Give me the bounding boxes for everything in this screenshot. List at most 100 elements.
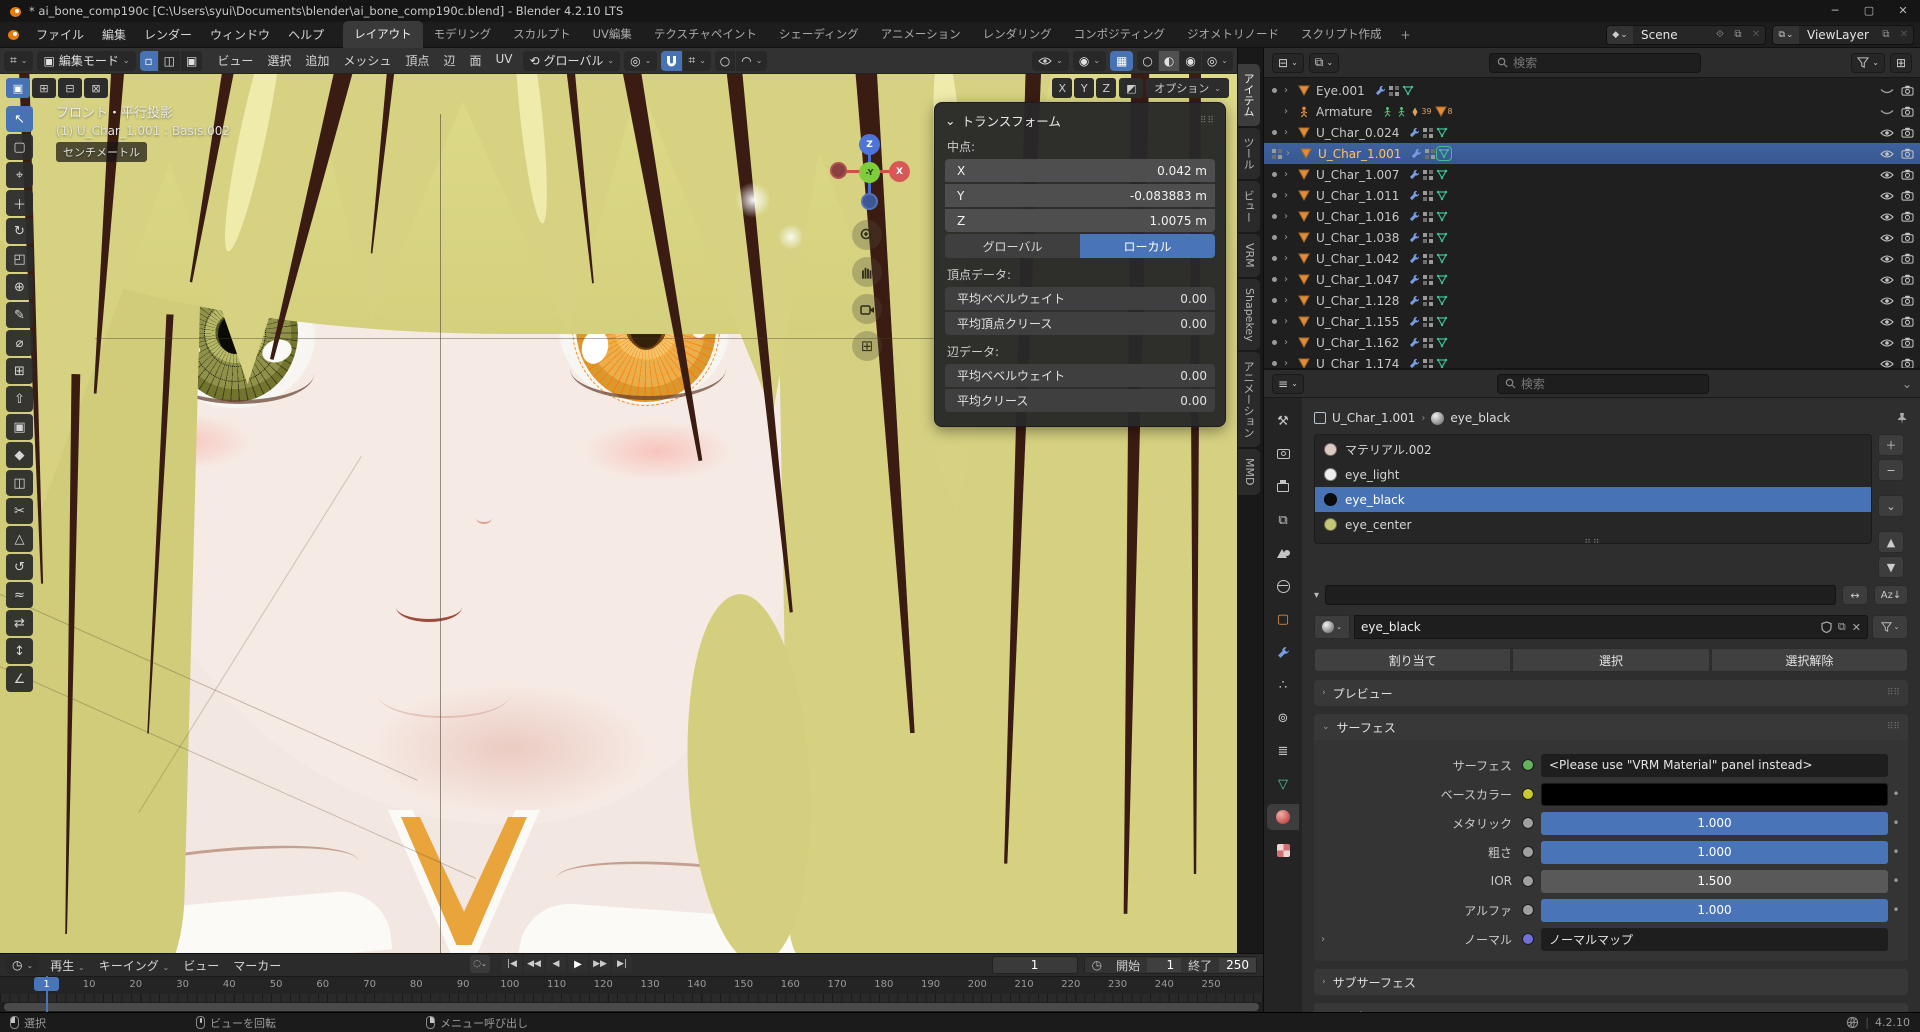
editor-type-button[interactable]: ⌗⌄ bbox=[4, 51, 33, 71]
collapse-panel-icon[interactable]: ⌄ bbox=[945, 113, 955, 128]
preview-panel-header[interactable]: › プレビュー ⠿⠿ bbox=[1314, 680, 1908, 706]
render-visibility-icon[interactable] bbox=[1901, 232, 1914, 243]
overlays-dropdown[interactable]: ◉⌄ bbox=[1073, 51, 1106, 71]
remove-slot-button[interactable]: − bbox=[1878, 459, 1904, 481]
object-name[interactable]: U_Char_1.042 bbox=[1316, 252, 1399, 266]
workspace-tab-7[interactable]: レンダリング bbox=[972, 21, 1063, 48]
expand-icon[interactable]: › bbox=[1284, 232, 1294, 243]
add-slot-button[interactable]: ＋ bbox=[1878, 434, 1904, 456]
material-name-field[interactable]: eye_black ⧉ ✕ bbox=[1354, 615, 1868, 639]
decorator-icon[interactable]: • bbox=[1888, 816, 1904, 830]
copy-material-icon[interactable]: ⧉ bbox=[1838, 620, 1846, 634]
object-name[interactable]: Armature bbox=[1316, 105, 1372, 119]
properties-search-input[interactable] bbox=[1521, 377, 1701, 391]
sidebar-tab-3[interactable]: VRM bbox=[1238, 234, 1260, 277]
surface-panel-header[interactable]: ⌄ サーフェス ⠿⠿ bbox=[1314, 714, 1908, 740]
timeline-track[interactable] bbox=[0, 994, 1263, 1002]
object-name[interactable]: U_Char_1.001 bbox=[1318, 147, 1401, 161]
object-name[interactable]: U_Char_1.174 bbox=[1316, 357, 1399, 369]
decorator-icon[interactable]: • bbox=[1888, 903, 1904, 917]
render-visibility-icon[interactable] bbox=[1901, 295, 1914, 306]
sidebar-tab-2[interactable]: ビュー bbox=[1238, 181, 1260, 232]
mirror-z-toggle[interactable]: Z bbox=[1096, 78, 1116, 98]
topbar-menu-4[interactable]: ヘルプ bbox=[279, 22, 333, 47]
median-z-field[interactable]: Z1.0075 m bbox=[945, 209, 1215, 232]
timeline-menu-2[interactable]: ビュー bbox=[176, 955, 226, 976]
render-visibility-icon[interactable] bbox=[1901, 358, 1914, 368]
vertex-field-0[interactable]: 平均ベベルウェイト0.00 bbox=[945, 287, 1215, 310]
workspace-tab-0[interactable]: レイアウト bbox=[343, 21, 423, 48]
properties-tab-texture[interactable] bbox=[1267, 837, 1299, 863]
list-filter-input[interactable] bbox=[1325, 585, 1836, 605]
material-action-2[interactable]: 選択解除 bbox=[1711, 648, 1908, 672]
autokey-toggle[interactable]: ◌⌄ bbox=[470, 955, 490, 973]
workspace-tab-3[interactable]: UV編集 bbox=[582, 21, 643, 48]
topbar-menu-2[interactable]: レンダー bbox=[135, 22, 201, 47]
tool-knife[interactable]: ✂ bbox=[6, 498, 33, 524]
outliner-row[interactable]: › U_Char_1.011 bbox=[1264, 185, 1920, 206]
median-y-field[interactable]: Y-0.083883 m bbox=[945, 184, 1215, 207]
tool-select-box[interactable]: ▢ bbox=[6, 134, 33, 160]
object-name[interactable]: U_Char_1.155 bbox=[1316, 315, 1399, 329]
tool-cursor[interactable]: ⌖ bbox=[6, 162, 33, 188]
play-button[interactable]: ▶ bbox=[568, 955, 588, 973]
properties-tab-object-data[interactable]: ▽ bbox=[1267, 771, 1299, 797]
gizmo-negz-axis[interactable] bbox=[861, 193, 878, 210]
viewport-menu-7[interactable]: UV bbox=[488, 48, 519, 73]
unlink-material-icon[interactable]: ✕ bbox=[1852, 621, 1861, 634]
tool-transform[interactable]: ⊕ bbox=[6, 274, 33, 300]
select-new-button[interactable]: ▣ bbox=[6, 78, 30, 98]
property-slider[interactable]: 1.000 bbox=[1541, 899, 1888, 922]
object-name[interactable]: Eye.001 bbox=[1316, 84, 1365, 98]
hide-viewport-icon[interactable] bbox=[1880, 254, 1894, 264]
render-visibility-icon[interactable] bbox=[1901, 148, 1914, 159]
viewport-menu-0[interactable]: ビュー bbox=[210, 48, 260, 73]
properties-tab-world[interactable] bbox=[1267, 573, 1299, 599]
tool-extrude-region[interactable]: ⇧ bbox=[6, 386, 33, 412]
render-visibility-icon[interactable] bbox=[1901, 127, 1914, 138]
tool-smooth[interactable]: ≈ bbox=[6, 582, 33, 608]
material-action-0[interactable]: 割り当て bbox=[1314, 648, 1511, 672]
pin-icon[interactable] bbox=[1896, 412, 1908, 425]
tool-shear[interactable]: ∠ bbox=[6, 666, 33, 692]
material-slot[interactable]: eye_center bbox=[1315, 512, 1871, 537]
outliner-row[interactable]: › U_Char_1.162 bbox=[1264, 332, 1920, 353]
vertex-field-1[interactable]: 平均頂点クリース0.00 bbox=[945, 312, 1215, 335]
gizmo-z-axis[interactable]: Z bbox=[859, 134, 880, 155]
hide-viewport-icon[interactable] bbox=[1880, 212, 1894, 222]
timeline-scrollbar[interactable] bbox=[0, 1002, 1263, 1012]
decorator-icon[interactable]: • bbox=[1888, 787, 1904, 801]
panel-grip-icon[interactable]: ⠿⠿ bbox=[1200, 116, 1215, 126]
topbar-menu-1[interactable]: 編集 bbox=[93, 22, 135, 47]
outliner-row[interactable]: › Armature 398 bbox=[1264, 101, 1920, 122]
pivot-dropdown[interactable]: ◎⌄ bbox=[624, 51, 657, 71]
outliner-row[interactable]: › U_Char_1.128 bbox=[1264, 290, 1920, 311]
sidebar-tab-1[interactable]: ツール bbox=[1238, 128, 1260, 179]
current-frame-field[interactable]: 1 bbox=[992, 956, 1078, 974]
show-viewport-icon[interactable] bbox=[1880, 86, 1894, 96]
workspace-tab-2[interactable]: スカルプト bbox=[502, 21, 582, 48]
snap-toggle[interactable] bbox=[661, 51, 682, 71]
mode-dropdown[interactable]: ▣編集モード⌄ bbox=[37, 51, 135, 71]
next-keyframe-button[interactable]: ▶▶ bbox=[590, 955, 610, 973]
gizmo-x-axis[interactable]: X bbox=[889, 161, 910, 182]
show-viewport-icon[interactable] bbox=[1880, 107, 1894, 117]
hide-viewport-icon[interactable] bbox=[1880, 317, 1894, 327]
expand-icon[interactable]: › bbox=[1286, 148, 1296, 159]
shading-wireframe-button[interactable]: ○ bbox=[1137, 51, 1157, 71]
gizmo-negx-axis[interactable] bbox=[830, 162, 847, 179]
tool-add-cube[interactable]: ⊞ bbox=[6, 358, 33, 384]
mirror-x-toggle[interactable]: X bbox=[1052, 78, 1072, 98]
render-visibility-icon[interactable] bbox=[1901, 169, 1914, 180]
viewlayer-selector[interactable]: ⧉⌄ ViewLayer ⧉ ✕ bbox=[1772, 25, 1914, 45]
outliner-row[interactable]: › U_Char_1.155 bbox=[1264, 311, 1920, 332]
workspace-tab-10[interactable]: スクリプト作成 bbox=[1290, 21, 1393, 48]
global-button[interactable]: グローバル bbox=[945, 234, 1080, 258]
decorator-icon[interactable]: • bbox=[1888, 845, 1904, 859]
expand-icon[interactable]: › bbox=[1284, 295, 1294, 306]
tool-annotate[interactable]: ✎ bbox=[6, 302, 33, 328]
properties-editor-type-button[interactable]: ≡⌄ bbox=[1272, 374, 1304, 394]
slot-specials-dropdown[interactable]: ⌄ bbox=[1878, 495, 1904, 517]
render-visibility-icon[interactable] bbox=[1901, 337, 1914, 348]
new-collection-button[interactable]: ⊞ bbox=[1890, 53, 1912, 73]
